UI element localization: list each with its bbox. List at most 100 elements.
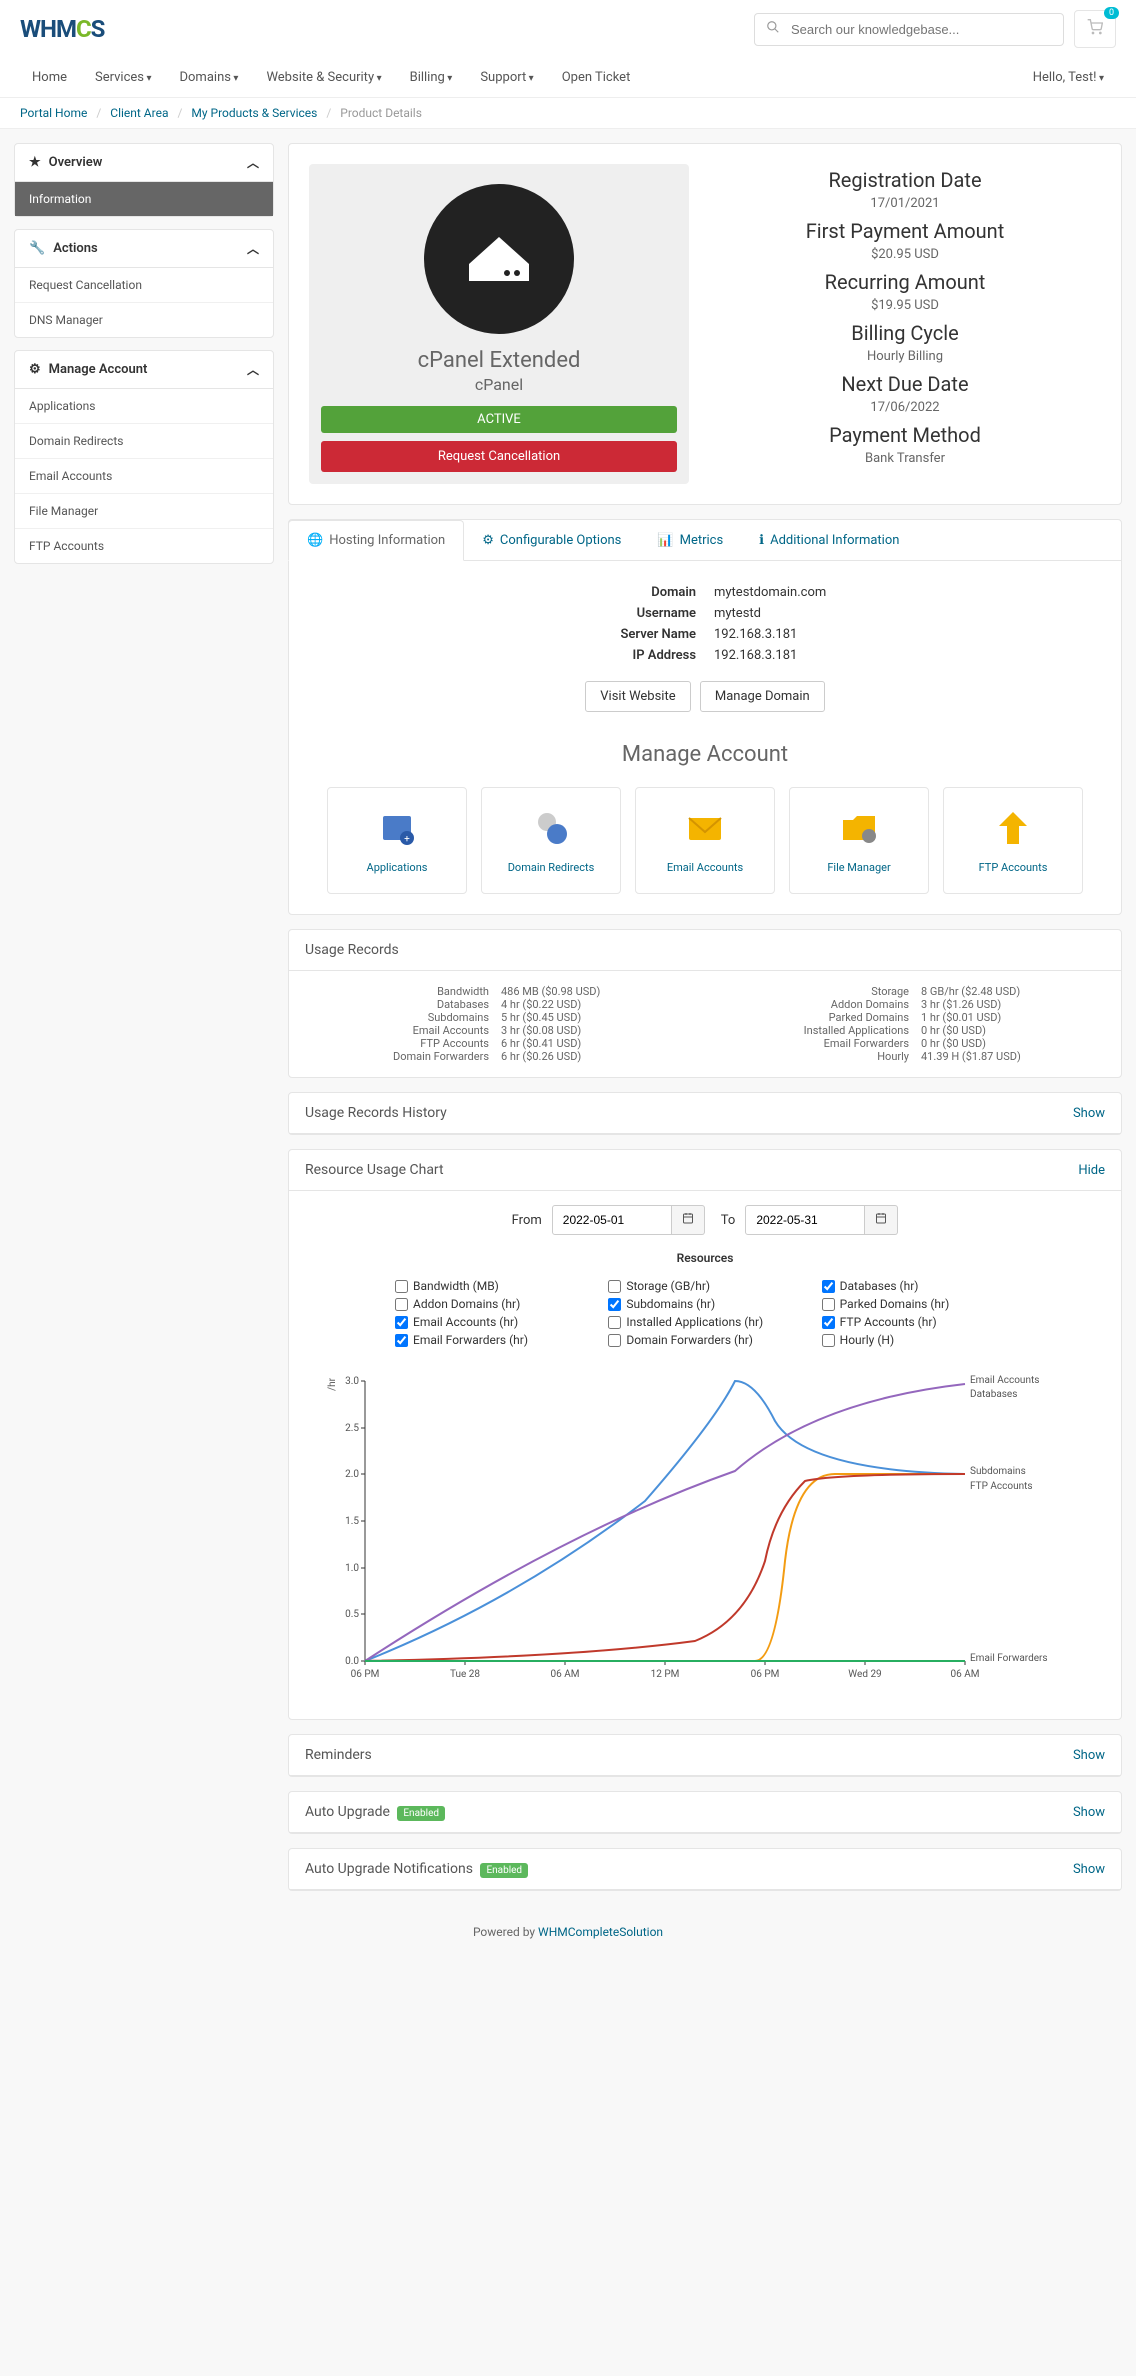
legend-checkbox[interactable] <box>395 1280 408 1293</box>
reminders-toggle[interactable]: Show <box>1073 1748 1105 1763</box>
legend-checkbox[interactable] <box>395 1334 408 1347</box>
legend-item[interactable]: Hourly (H) <box>822 1333 1015 1347</box>
nav-item-website-security[interactable]: Website & Security <box>254 60 393 95</box>
tab-metrics[interactable]: 📊 Metrics <box>639 520 741 560</box>
sidebar-item-file-manager[interactable]: File Manager <box>15 494 273 529</box>
product-detail-value: $20.95 USD <box>709 247 1101 262</box>
user-menu[interactable]: Hello, Test! <box>1021 60 1116 95</box>
search-input[interactable] <box>754 13 1064 46</box>
breadcrumb-products[interactable]: My Products & Services <box>191 106 317 120</box>
legend-item[interactable]: Parked Domains (hr) <box>822 1297 1015 1311</box>
tab-configurable-options[interactable]: ⚙ Configurable Options <box>464 520 639 560</box>
card-label: File Manager <box>827 861 890 874</box>
manage-domain-button[interactable]: Manage Domain <box>700 681 825 712</box>
legend-item[interactable]: Subdomains (hr) <box>608 1297 801 1311</box>
legend-item[interactable]: FTP Accounts (hr) <box>822 1315 1015 1329</box>
reminders-title: Reminders <box>305 1747 372 1763</box>
to-date-input[interactable] <box>745 1205 865 1235</box>
breadcrumb: Portal Home / Client Area / My Products … <box>0 98 1136 129</box>
auto-upgrade-toggle[interactable]: Show <box>1073 1805 1105 1820</box>
card-icon <box>492 806 610 850</box>
legend-label: Hourly (H) <box>840 1333 895 1347</box>
legend-item[interactable]: Email Accounts (hr) <box>395 1315 588 1329</box>
auto-upgrade-notif-toggle[interactable]: Show <box>1073 1862 1105 1877</box>
sidebar-item-email-accounts[interactable]: Email Accounts <box>15 459 273 494</box>
usage-key: Email Accounts <box>305 1024 501 1037</box>
nav-item-services[interactable]: Services <box>83 60 164 95</box>
nav-item-home[interactable]: Home <box>20 60 79 95</box>
account-card-domain-redirects[interactable]: Domain Redirects <box>481 787 621 894</box>
legend-checkbox[interactable] <box>822 1334 835 1347</box>
breadcrumb-client[interactable]: Client Area <box>110 106 168 120</box>
sidebar-item-dns-manager[interactable]: DNS Manager <box>15 303 273 337</box>
from-calendar-button[interactable] <box>672 1205 705 1235</box>
card-icon <box>646 806 764 850</box>
request-cancellation-button[interactable]: Request Cancellation <box>321 441 677 472</box>
resource-chart: /hr 0.0 0.5 1.0 1.5 2.0 2.5 3.0 <box>305 1361 1105 1705</box>
sidebar-item-ftp-accounts[interactable]: FTP Accounts <box>15 529 273 563</box>
legend-checkbox[interactable] <box>822 1280 835 1293</box>
nav-item-support[interactable]: Support <box>468 60 545 95</box>
nav-item-domains[interactable]: Domains <box>167 60 250 95</box>
cart-button[interactable]: 0 <box>1074 10 1116 48</box>
tab-additional-information[interactable]: ℹ Additional Information <box>741 520 917 560</box>
to-calendar-button[interactable] <box>865 1205 898 1235</box>
legend-label: Databases (hr) <box>840 1279 919 1293</box>
sidebar-item-applications[interactable]: Applications <box>15 389 273 424</box>
svg-text:2.5: 2.5 <box>345 1423 359 1434</box>
legend-checkbox[interactable] <box>395 1316 408 1329</box>
usage-key: Installed Applications <box>725 1024 921 1037</box>
legend-item[interactable]: Email Forwarders (hr) <box>395 1333 588 1347</box>
nav-item-billing[interactable]: Billing <box>398 60 465 95</box>
legend-checkbox[interactable] <box>608 1280 621 1293</box>
sidebar-actions-header[interactable]: 🔧 Actions ︿ <box>15 230 273 268</box>
product-icon <box>424 184 574 334</box>
account-card-email-accounts[interactable]: Email Accounts <box>635 787 775 894</box>
card-icon <box>800 806 918 850</box>
usage-history-toggle[interactable]: Show <box>1073 1106 1105 1121</box>
legend-item[interactable]: Addon Domains (hr) <box>395 1297 588 1311</box>
legend-label: Bandwidth (MB) <box>413 1279 499 1293</box>
sidebar-item-domain-redirects[interactable]: Domain Redirects <box>15 424 273 459</box>
breadcrumb-portal[interactable]: Portal Home <box>20 106 87 120</box>
visit-website-button[interactable]: Visit Website <box>585 681 690 712</box>
tab-hosting-information[interactable]: 🌐 Hosting Information <box>288 520 464 561</box>
svg-text:0.0: 0.0 <box>345 1656 359 1667</box>
star-icon: ★ <box>29 155 41 170</box>
svg-text:Wed 29: Wed 29 <box>848 1669 881 1680</box>
legend-checkbox[interactable] <box>608 1316 621 1329</box>
product-detail-label: Registration Date <box>709 168 1101 192</box>
legend-label: Parked Domains (hr) <box>840 1297 950 1311</box>
usage-value: 0 hr ($0 USD) <box>921 1037 1105 1050</box>
usage-key: Domain Forwarders <box>305 1050 501 1063</box>
legend-item[interactable]: Bandwidth (MB) <box>395 1279 588 1293</box>
nav-item-open-ticket[interactable]: Open Ticket <box>550 60 643 95</box>
sidebar-item-request-cancellation[interactable]: Request Cancellation <box>15 268 273 303</box>
legend-item[interactable]: Installed Applications (hr) <box>608 1315 801 1329</box>
legend-item[interactable]: Storage (GB/hr) <box>608 1279 801 1293</box>
usage-value: 486 MB ($0.98 USD) <box>501 985 685 998</box>
account-card-file-manager[interactable]: File Manager <box>789 787 929 894</box>
legend-checkbox[interactable] <box>608 1298 621 1311</box>
sidebar-overview-header[interactable]: ★ Overview ︿ <box>15 144 273 182</box>
from-date-input[interactable] <box>552 1205 672 1235</box>
account-card-ftp-accounts[interactable]: FTP Accounts <box>943 787 1083 894</box>
chart-panel-toggle[interactable]: Hide <box>1078 1163 1105 1178</box>
usage-value: 3 hr ($0.08 USD) <box>501 1024 685 1037</box>
legend-item[interactable]: Databases (hr) <box>822 1279 1015 1293</box>
chevron-up-icon: ︿ <box>247 361 259 378</box>
svg-text:06 AM: 06 AM <box>951 1669 980 1680</box>
legend-checkbox[interactable] <box>822 1298 835 1311</box>
logo[interactable]: WHMCS <box>20 15 104 43</box>
hosting-value: 192.168.3.181 <box>706 625 834 644</box>
usage-value: 1 hr ($0.01 USD) <box>921 1011 1105 1024</box>
sidebar-item-information[interactable]: Information <box>15 182 273 216</box>
legend-label: Installed Applications (hr) <box>626 1315 763 1329</box>
account-card-applications[interactable]: +Applications <box>327 787 467 894</box>
legend-checkbox[interactable] <box>822 1316 835 1329</box>
legend-checkbox[interactable] <box>608 1334 621 1347</box>
footer-link[interactable]: WHMCompleteSolution <box>538 1925 663 1939</box>
legend-item[interactable]: Domain Forwarders (hr) <box>608 1333 801 1347</box>
legend-checkbox[interactable] <box>395 1298 408 1311</box>
sidebar-manage-header[interactable]: ⚙ Manage Account ︿ <box>15 351 273 389</box>
